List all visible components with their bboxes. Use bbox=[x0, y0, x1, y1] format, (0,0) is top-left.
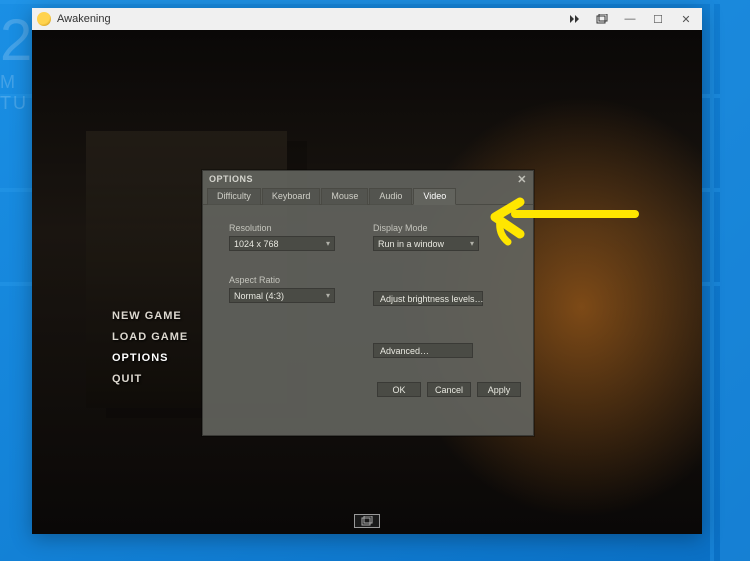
window-mode-icon[interactable] bbox=[354, 514, 380, 528]
options-titlebar[interactable]: OPTIONS ✕ bbox=[203, 171, 533, 187]
window-title: Awakening bbox=[57, 13, 560, 25]
titlebar[interactable]: Awakening — ☐ ✕ bbox=[32, 8, 702, 30]
resolution-label: Resolution bbox=[229, 223, 335, 233]
resolution-value: 1024 x 768 bbox=[234, 239, 279, 249]
tab-keyboard[interactable]: Keyboard bbox=[262, 188, 321, 205]
menu-load-game[interactable]: LOAD GAME bbox=[112, 331, 188, 343]
aspect-ratio-value: Normal (4:3) bbox=[234, 291, 284, 301]
cancel-button[interactable]: Cancel bbox=[427, 382, 471, 397]
game-viewport: NEW GAME LOAD GAME OPTIONS QUIT OPTIONS … bbox=[32, 30, 702, 534]
tab-audio[interactable]: Audio bbox=[369, 188, 412, 205]
options-tabs: Difficulty Keyboard Mouse Audio Video bbox=[203, 187, 533, 205]
menu-options[interactable]: OPTIONS bbox=[112, 352, 188, 364]
shade-button[interactable] bbox=[560, 9, 588, 29]
options-dialog: OPTIONS ✕ Difficulty Keyboard Mouse Audi… bbox=[202, 170, 534, 436]
main-menu: NEW GAME LOAD GAME OPTIONS QUIT bbox=[112, 310, 188, 385]
close-button[interactable]: ✕ bbox=[672, 9, 700, 29]
tab-body-video: Resolution 1024 x 768 Display Mode Run i… bbox=[203, 205, 533, 405]
lambda-icon bbox=[37, 12, 51, 26]
advanced-button[interactable]: Advanced… bbox=[373, 343, 473, 358]
tab-mouse[interactable]: Mouse bbox=[321, 188, 368, 205]
minimize-button[interactable]: — bbox=[616, 9, 644, 29]
close-icon[interactable]: ✕ bbox=[517, 173, 527, 186]
restore-button[interactable] bbox=[588, 9, 616, 29]
tab-video[interactable]: Video bbox=[413, 188, 456, 205]
menu-quit[interactable]: QUIT bbox=[112, 373, 188, 385]
aspect-ratio-dropdown[interactable]: Normal (4:3) bbox=[229, 288, 335, 303]
ok-button[interactable]: OK bbox=[377, 382, 421, 397]
aspect-ratio-label: Aspect Ratio bbox=[229, 275, 335, 285]
adjust-brightness-button[interactable]: Adjust brightness levels… bbox=[373, 291, 483, 306]
menu-new-game[interactable]: NEW GAME bbox=[112, 310, 188, 322]
app-window: Awakening — ☐ ✕ NEW GAME LOAD GAME OPTIO… bbox=[32, 8, 702, 534]
resolution-dropdown[interactable]: 1024 x 768 bbox=[229, 236, 335, 251]
maximize-button[interactable]: ☐ bbox=[644, 9, 672, 29]
options-title-text: OPTIONS bbox=[209, 174, 253, 184]
display-mode-value: Run in a window bbox=[378, 239, 444, 249]
tab-difficulty[interactable]: Difficulty bbox=[207, 188, 261, 205]
display-mode-label: Display Mode bbox=[373, 223, 479, 233]
display-mode-dropdown[interactable]: Run in a window bbox=[373, 236, 479, 251]
apply-button[interactable]: Apply bbox=[477, 382, 521, 397]
